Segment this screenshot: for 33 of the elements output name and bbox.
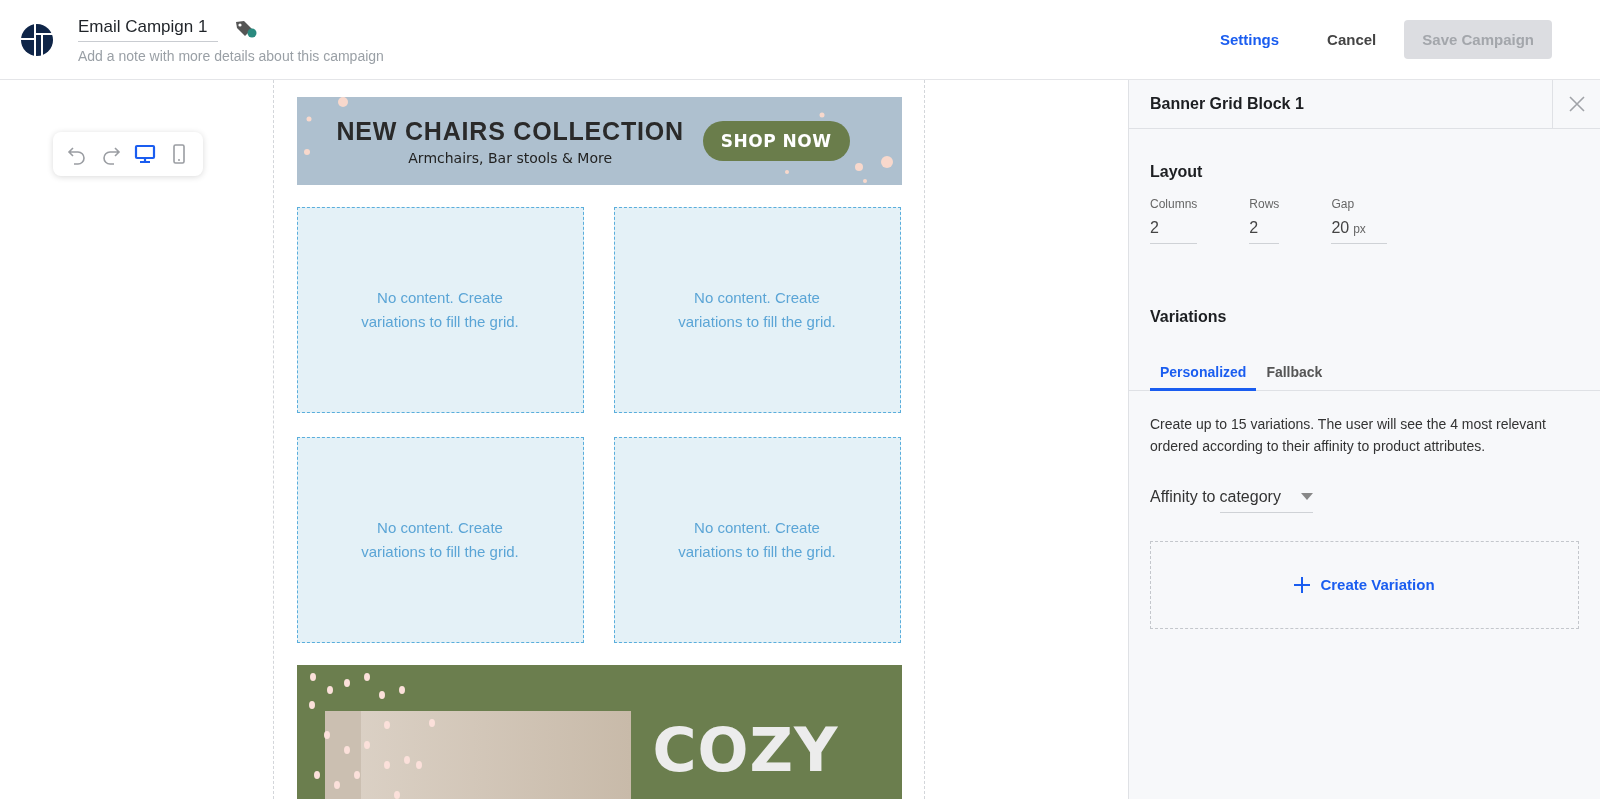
tab[interactable]: Personalized: [1150, 358, 1257, 391]
caret-icon: [1300, 493, 1313, 501]
number-field[interactable]: 2: [1249, 219, 1280, 244]
banner-heading: COZY: [652, 715, 839, 785]
field-label: Gap: [1331, 197, 1356, 211]
empty-message: No content. Create variations to fill the grid.: [677, 288, 837, 332]
create-variation-button[interactable]: Create Variation: [1290, 572, 1439, 598]
section-heading: Variations: [1150, 308, 1228, 326]
number-field[interactable]: 2: [1150, 219, 1198, 244]
sort-label: Affinity to: [1150, 487, 1216, 506]
shop-now-button[interactable]: SHOP NOW: [702, 121, 850, 161]
note-field[interactable]: Add a note with more details about this campaign: [78, 48, 408, 64]
close-icon: [1567, 95, 1586, 113]
section-heading: Layout: [1150, 163, 1204, 181]
panel-title: Banner Grid Block 1: [1149, 95, 1305, 113]
logo-icon: [20, 22, 54, 57]
tag-icon[interactable]: [234, 18, 258, 39]
empty-message: No content. Create variations to fill the grid.: [360, 288, 520, 332]
settings-link[interactable]: Settings: [1199, 21, 1300, 58]
monitor-icon[interactable]: [133, 142, 157, 166]
empty-message: No content. Create variations to fill the grid.: [360, 518, 520, 562]
cancel-button[interactable]: Cancel: [1307, 21, 1397, 58]
category-dropdown[interactable]: category: [1219, 487, 1313, 513]
banner-subheading: Armchairs, Bar stools & More: [408, 150, 613, 166]
field-label: Rows: [1249, 197, 1280, 211]
campaign-name-field[interactable]: Email Campign 1: [78, 15, 218, 42]
empty-message: No content. Create variations to fill the grid.: [677, 518, 837, 562]
tab[interactable]: Fallback: [1256, 358, 1333, 391]
description: Create up to 15 variations. The user will see the 4 most relevant ordered according to their affinity to product attributes.: [1150, 415, 1547, 457]
field-label: Columns: [1150, 197, 1198, 211]
number-field[interactable]: 20 px: [1331, 219, 1388, 244]
banner-heading: NEW CHAIRS COLLECTION: [336, 117, 684, 146]
plus-icon: [1294, 576, 1311, 593]
